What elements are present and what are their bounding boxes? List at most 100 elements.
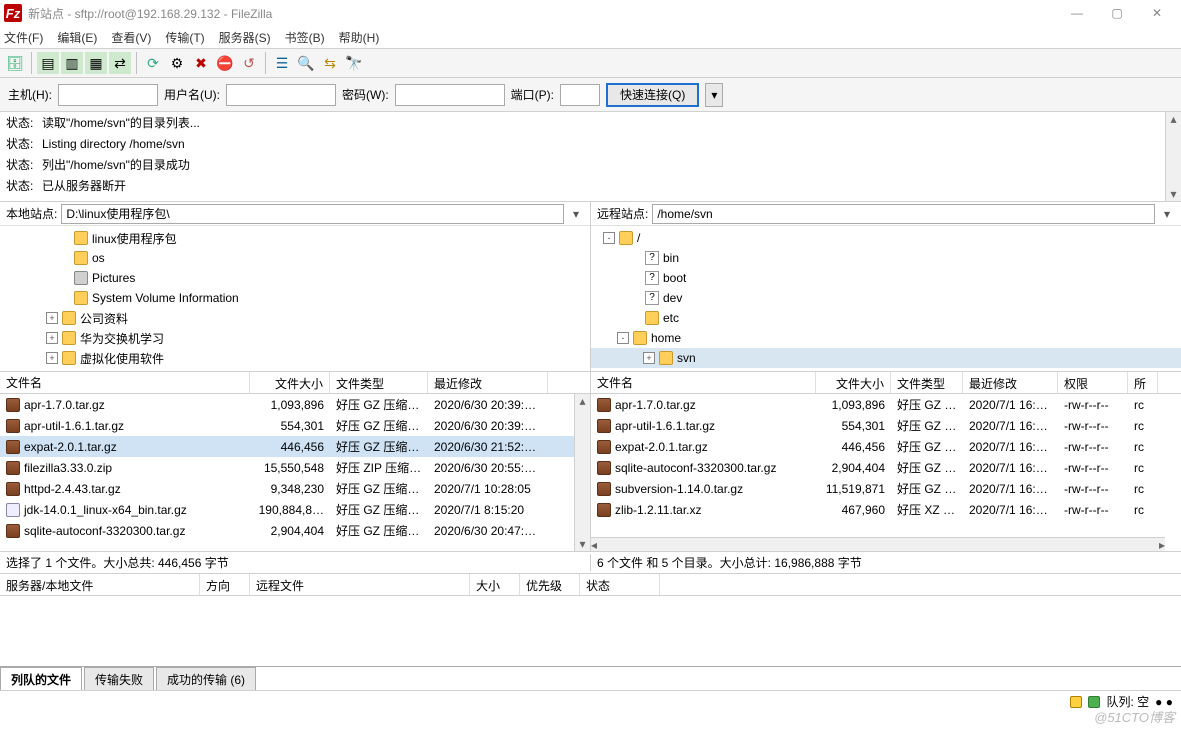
filter-icon[interactable]: ☰ bbox=[271, 52, 293, 74]
qh-dir[interactable]: 方向 bbox=[200, 574, 250, 595]
tree-item[interactable]: os bbox=[0, 248, 590, 268]
qh-remote[interactable]: 远程文件 bbox=[250, 574, 470, 595]
file-row[interactable]: httpd-2.4.43.tar.gz9,348,230好压 GZ 压缩…202… bbox=[0, 478, 590, 499]
layout-local-icon[interactable]: ▥ bbox=[61, 52, 83, 74]
log-scrollbar[interactable]: ▴▾ bbox=[1165, 112, 1181, 201]
maximize-button[interactable]: ▢ bbox=[1097, 0, 1137, 26]
tree-expander[interactable]: - bbox=[617, 332, 629, 344]
quickconnect-button[interactable]: 快速连接(Q) bbox=[606, 83, 699, 107]
col-filename[interactable]: 文件名 bbox=[0, 372, 250, 393]
log-label: 状态: bbox=[6, 177, 34, 194]
compare-icon[interactable]: ⇆ bbox=[319, 52, 341, 74]
remote-path-label: 远程站点: bbox=[597, 205, 648, 222]
menu-help[interactable]: 帮助(H) bbox=[339, 29, 380, 46]
process-queue-icon[interactable]: ⚙ bbox=[166, 52, 188, 74]
tab-failed[interactable]: 传输失败 bbox=[84, 667, 154, 690]
layout-log-icon[interactable]: ▤ bbox=[37, 52, 59, 74]
close-button[interactable]: ✕ bbox=[1137, 0, 1177, 26]
menu-file[interactable]: 文件(F) bbox=[4, 29, 43, 46]
tree-label: home bbox=[651, 331, 681, 345]
col-modified[interactable]: 最近修改 bbox=[428, 372, 548, 393]
reconnect-icon[interactable]: ↺ bbox=[238, 52, 260, 74]
col-owner[interactable]: 所 bbox=[1128, 372, 1158, 393]
layout-remote-icon[interactable]: ▦ bbox=[85, 52, 107, 74]
file-row[interactable]: apr-1.7.0.tar.gz1,093,896好压 GZ 压缩…2020/6… bbox=[0, 394, 590, 415]
menu-server[interactable]: 服务器(S) bbox=[219, 29, 271, 46]
tree-item[interactable]: +虚拟化使用软件 bbox=[0, 348, 590, 368]
file-row[interactable]: subversion-1.14.0.tar.gz11,519,871好压 GZ … bbox=[591, 478, 1181, 499]
tree-item[interactable]: +svn bbox=[591, 348, 1181, 368]
tree-item[interactable]: ?dev bbox=[591, 288, 1181, 308]
host-input[interactable] bbox=[58, 84, 158, 106]
file-row[interactable]: expat-2.0.1.tar.gz446,456好压 GZ …2020/7/1… bbox=[591, 436, 1181, 457]
folder-icon bbox=[74, 231, 88, 245]
local-files-scrollbar[interactable]: ▴▾ bbox=[574, 394, 590, 551]
refresh-icon[interactable]: ⟳ bbox=[142, 52, 164, 74]
sitemanager-icon[interactable]: 🗄 bbox=[4, 52, 26, 74]
tree-expander[interactable]: - bbox=[603, 232, 615, 244]
binoculars-icon[interactable]: 🔭 bbox=[343, 52, 365, 74]
file-modified: 2020/6/30 20:39:… bbox=[428, 398, 548, 412]
minimize-button[interactable]: — bbox=[1057, 0, 1097, 26]
col-perm[interactable]: 权限 bbox=[1058, 372, 1128, 393]
tree-expander[interactable]: + bbox=[643, 352, 655, 364]
menu-transfer[interactable]: 传输(T) bbox=[165, 29, 204, 46]
menu-edit[interactable]: 编辑(E) bbox=[57, 29, 97, 46]
disconnect-icon[interactable]: ⛔ bbox=[214, 52, 236, 74]
remote-files-hscroll[interactable]: ◂▸ bbox=[591, 537, 1165, 551]
layout-queue-icon[interactable]: ⇄ bbox=[109, 52, 131, 74]
file-row[interactable]: expat-2.0.1.tar.gz446,456好压 GZ 压缩…2020/6… bbox=[0, 436, 590, 457]
search-icon[interactable]: 🔍 bbox=[295, 52, 317, 74]
col-filesize[interactable]: 文件大小 bbox=[250, 372, 330, 393]
quickconnect-dropdown[interactable]: ▾ bbox=[705, 83, 723, 107]
col-filetype[interactable]: 文件类型 bbox=[330, 372, 428, 393]
tree-expander[interactable]: + bbox=[46, 352, 58, 364]
col-filesize[interactable]: 文件大小 bbox=[816, 372, 891, 393]
menu-bookmarks[interactable]: 书签(B) bbox=[285, 29, 325, 46]
tree-item[interactable]: ?bin bbox=[591, 248, 1181, 268]
tree-item[interactable]: etc bbox=[591, 308, 1181, 328]
file-row[interactable]: jdk-14.0.1_linux-x64_bin.tar.gz190,884,8… bbox=[0, 499, 590, 520]
pass-input[interactable] bbox=[395, 84, 505, 106]
tree-expander[interactable]: + bbox=[46, 312, 58, 324]
tree-item[interactable]: Pictures bbox=[0, 268, 590, 288]
qh-size[interactable]: 大小 bbox=[470, 574, 520, 595]
toolbar-sep bbox=[265, 52, 266, 74]
qh-status[interactable]: 状态 bbox=[580, 574, 660, 595]
tree-item[interactable]: linux使用程序包 bbox=[0, 228, 590, 248]
qh-priority[interactable]: 优先级 bbox=[520, 574, 580, 595]
remote-path-dropdown[interactable]: ▾ bbox=[1159, 207, 1175, 221]
qh-server[interactable]: 服务器/本地文件 bbox=[0, 574, 200, 595]
col-modified[interactable]: 最近修改 bbox=[963, 372, 1058, 393]
file-row[interactable]: sqlite-autoconf-3320300.tar.gz2,904,404好… bbox=[0, 520, 590, 541]
tree-item[interactable]: System Volume Information bbox=[0, 288, 590, 308]
tab-success[interactable]: 成功的传输 (6) bbox=[156, 667, 256, 690]
menu-view[interactable]: 查看(V) bbox=[111, 29, 151, 46]
tree-item[interactable]: + 公司资料 bbox=[0, 308, 590, 328]
file-row[interactable]: apr-util-1.6.1.tar.gz554,301好压 GZ …2020/… bbox=[591, 415, 1181, 436]
file-row[interactable]: apr-util-1.6.1.tar.gz554,301好压 GZ 压缩…202… bbox=[0, 415, 590, 436]
tree-item[interactable]: +华为交换机学习 bbox=[0, 328, 590, 348]
tree-expander[interactable]: + bbox=[46, 332, 58, 344]
tree-item[interactable]: -/ bbox=[591, 228, 1181, 248]
user-input[interactable] bbox=[226, 84, 336, 106]
file-row[interactable]: filezilla3.33.0.zip15,550,548好压 ZIP 压缩…2… bbox=[0, 457, 590, 478]
file-row[interactable]: sqlite-autoconf-3320300.tar.gz2,904,404好… bbox=[591, 457, 1181, 478]
tree-label: 公司资料 bbox=[80, 310, 128, 327]
port-input[interactable] bbox=[560, 84, 600, 106]
file-row[interactable]: apr-1.7.0.tar.gz1,093,896好压 GZ …2020/7/1… bbox=[591, 394, 1181, 415]
local-path-dropdown[interactable]: ▾ bbox=[568, 207, 584, 221]
tab-queued[interactable]: 列队的文件 bbox=[0, 667, 82, 690]
file-modified: 2020/7/1 16:… bbox=[963, 398, 1058, 412]
file-owner: rc bbox=[1128, 419, 1158, 433]
col-filename[interactable]: 文件名 bbox=[591, 372, 816, 393]
col-filetype[interactable]: 文件类型 bbox=[891, 372, 963, 393]
local-path-input[interactable] bbox=[61, 204, 564, 224]
file-size: 9,348,230 bbox=[250, 482, 330, 496]
remote-path-input[interactable] bbox=[652, 204, 1155, 224]
cancel-icon[interactable]: ✖ bbox=[190, 52, 212, 74]
file-row[interactable]: zlib-1.2.11.tar.xz467,960好压 XZ …2020/7/1… bbox=[591, 499, 1181, 520]
tree-item[interactable]: ?boot bbox=[591, 268, 1181, 288]
tree-item[interactable]: - home bbox=[591, 328, 1181, 348]
log-panel: 状态:读取"/home/svn"的目录列表...状态:Listing direc… bbox=[0, 112, 1181, 202]
